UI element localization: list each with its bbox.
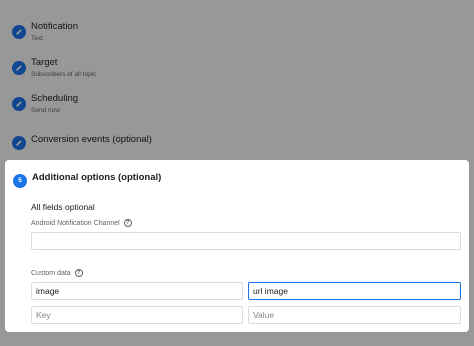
- value-input[interactable]: [248, 306, 461, 324]
- step-title: Target: [31, 57, 58, 68]
- additional-options-card: 5 Additional options (optional) All fiel…: [5, 160, 469, 332]
- step-number: 5: [18, 176, 22, 184]
- step-title: Additional options (optional): [32, 172, 162, 183]
- step-number-badge: 5: [13, 174, 27, 188]
- key-input[interactable]: [31, 282, 243, 300]
- edit-pencil-icon: [12, 25, 26, 39]
- step-subtitle: Text: [31, 35, 43, 42]
- all-fields-optional-text: All fields optional: [31, 202, 95, 212]
- help-icon[interactable]: ?: [74, 269, 83, 277]
- step-additional-options[interactable]: 5 Additional options (optional): [13, 170, 161, 188]
- custom-data-label: Custom data: [31, 269, 71, 277]
- step-conversion-events[interactable]: Conversion events (optional): [12, 132, 152, 150]
- edit-pencil-icon: [12, 97, 26, 111]
- step-target[interactable]: Target Subscribers of all topic: [12, 57, 96, 79]
- channel-input[interactable]: [31, 232, 461, 250]
- step-notification[interactable]: Notification Text: [12, 21, 78, 43]
- page: Notification Text Target Subscribers of …: [0, 0, 474, 346]
- edit-pencil-icon: [12, 61, 26, 75]
- step-title: Conversion events (optional): [31, 134, 152, 145]
- step-title: Scheduling: [31, 93, 79, 104]
- custom-data-label-row: Custom data ?: [31, 269, 83, 277]
- help-icon[interactable]: ?: [123, 219, 132, 227]
- channel-label: Android Notification Channel: [31, 219, 120, 227]
- value-input[interactable]: [248, 282, 461, 300]
- step-subtitle: Subscribers of all topic: [31, 71, 97, 78]
- channel-label-row: Android Notification Channel ?: [31, 219, 132, 227]
- step-title: Notification: [31, 21, 78, 32]
- step-scheduling[interactable]: Scheduling Send now: [12, 93, 78, 115]
- step-subtitle: Send now: [31, 107, 60, 114]
- edit-pencil-icon: [12, 136, 26, 150]
- key-input[interactable]: [31, 306, 243, 324]
